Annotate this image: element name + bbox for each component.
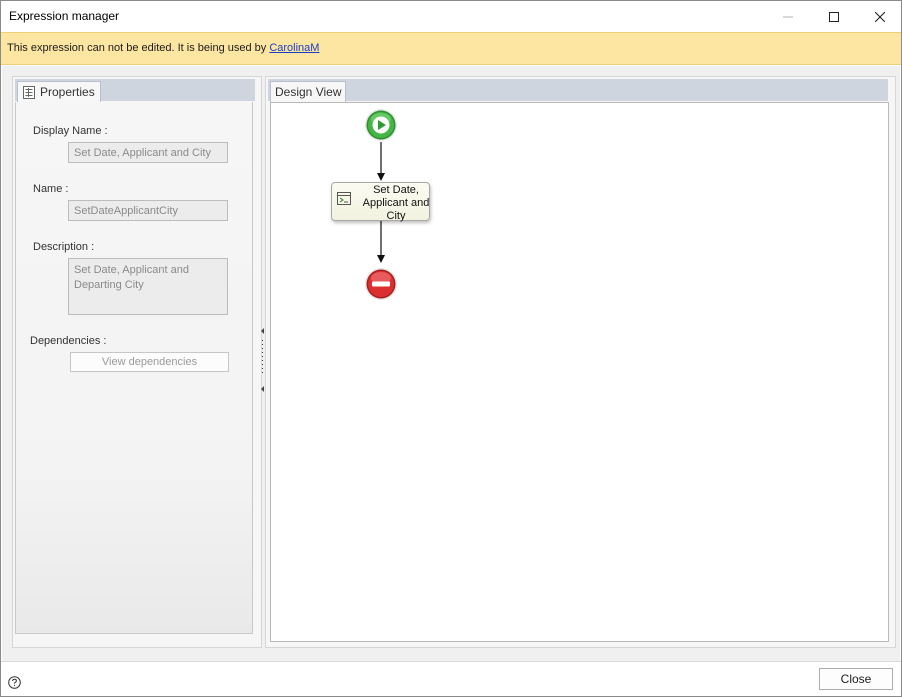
dialog-footer: Close — [1, 661, 901, 696]
minimize-button[interactable] — [765, 1, 811, 32]
stop-icon — [365, 268, 397, 300]
design-canvas[interactable]: Set Date, Applicant and City — [270, 102, 889, 642]
display-name-field[interactable]: Set Date, Applicant and City — [68, 142, 228, 163]
main-content: Properties Display Name : Set Date, Appl… — [2, 66, 900, 661]
banner-message-line: This expression can not be edited. It is… — [7, 42, 319, 54]
design-view-tabstrip: Design View — [268, 79, 888, 102]
description-label: Description : — [33, 241, 95, 253]
window-title: Expression manager — [9, 9, 120, 23]
properties-panel: Properties Display Name : Set Date, Appl… — [12, 76, 262, 648]
help-icon[interactable] — [8, 676, 21, 689]
tab-properties-label: Properties — [40, 85, 95, 99]
expression-icon — [337, 192, 351, 205]
properties-icon — [23, 85, 35, 99]
close-window-button[interactable] — [857, 1, 901, 32]
end-node[interactable] — [364, 267, 398, 301]
connector-arrow — [377, 221, 385, 263]
expression-manager-window: Expression manager This expression can n… — [0, 0, 902, 697]
activity-label: Set Date, Applicant and City — [362, 184, 430, 222]
design-view-panel: Design View Set Date, Applicant and City — [265, 76, 896, 648]
title-bar: Expression manager — [1, 1, 901, 32]
tab-design-view[interactable]: Design View — [270, 81, 347, 102]
activity-node[interactable]: Set Date, Applicant and City — [331, 182, 430, 222]
display-name-label: Display Name : — [33, 125, 108, 137]
properties-tabstrip: Properties — [15, 79, 255, 102]
close-button[interactable]: Close — [819, 668, 893, 690]
maximize-button[interactable] — [811, 1, 857, 32]
dependencies-label: Dependencies : — [30, 335, 107, 347]
close-icon — [875, 11, 885, 22]
description-field[interactable]: Set Date, Applicant and Departing City — [68, 258, 228, 315]
locked-warning-banner: This expression can not be edited. It is… — [1, 32, 901, 65]
name-field[interactable]: SetDateApplicantCity — [68, 200, 228, 221]
play-icon — [365, 109, 397, 141]
start-node[interactable] — [364, 108, 398, 142]
banner-message: This expression can not be edited. It is… — [7, 42, 270, 54]
maximize-icon — [829, 11, 839, 22]
tab-properties[interactable]: Properties — [17, 81, 101, 102]
name-label: Name : — [33, 183, 69, 195]
tab-design-view-label: Design View — [275, 85, 342, 99]
locked-by-user-link[interactable]: CarolinaM — [269, 42, 319, 54]
connector-arrow — [377, 142, 385, 181]
properties-content: Display Name : Set Date, Applicant and C… — [15, 102, 253, 634]
minimize-icon — [783, 16, 793, 17]
view-dependencies-button[interactable]: View dependencies — [70, 352, 229, 372]
